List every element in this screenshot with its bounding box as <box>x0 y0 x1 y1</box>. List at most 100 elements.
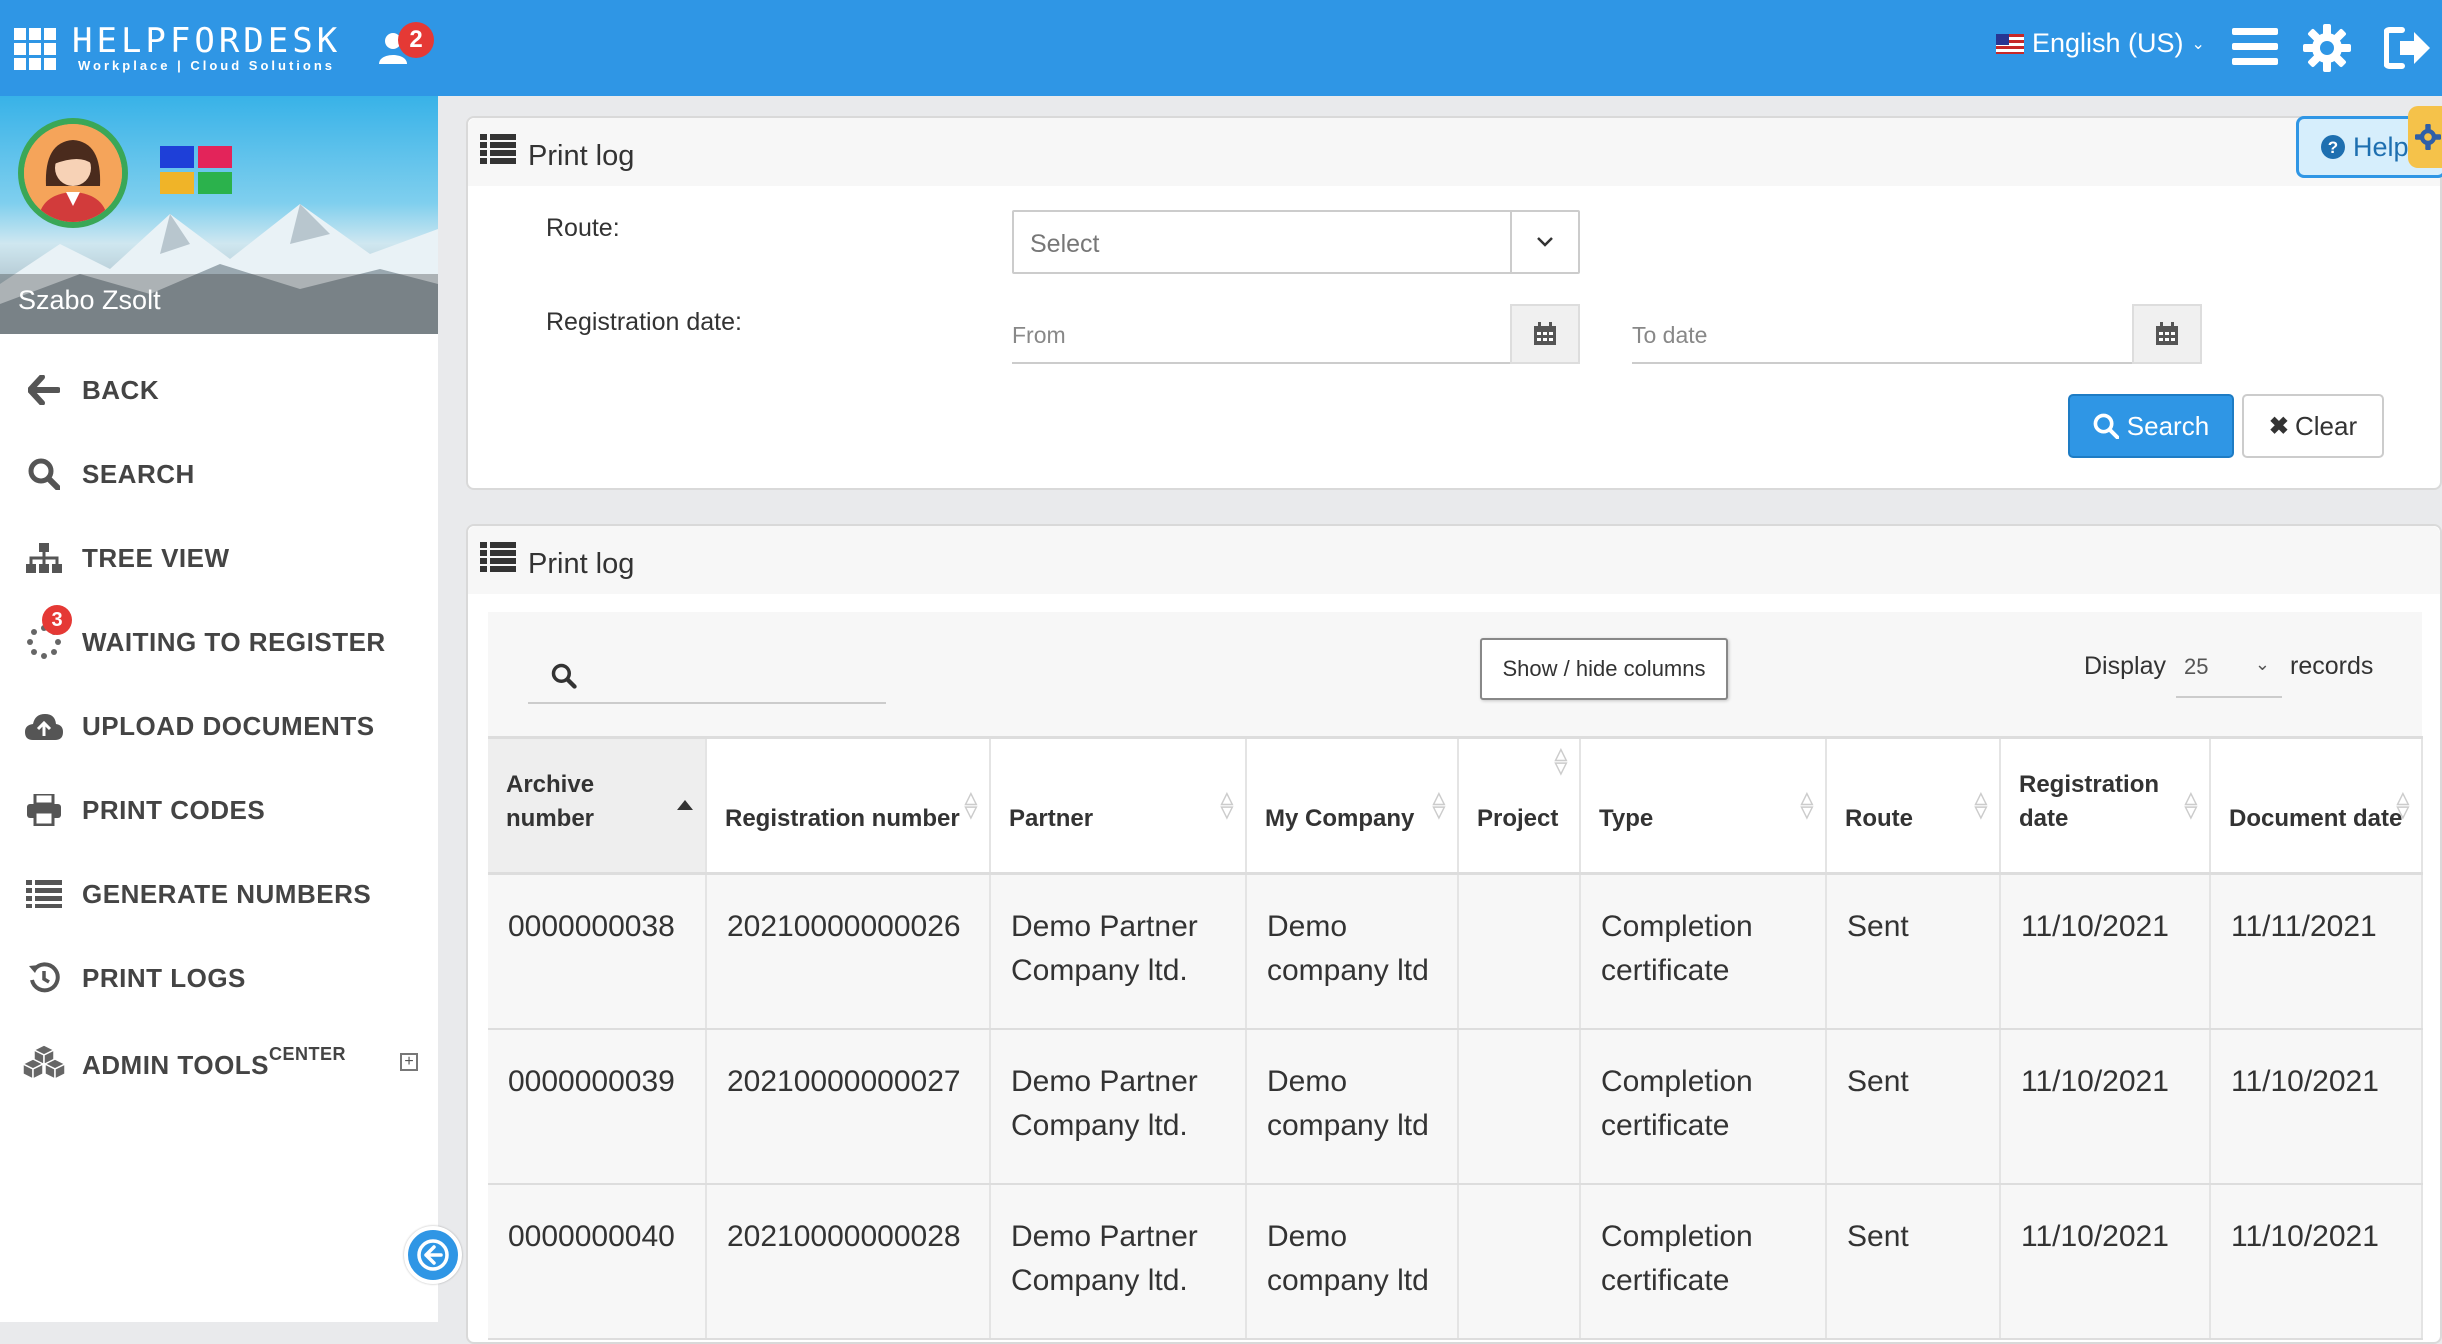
logo-subtitle: Workplace | Cloud Solutions <box>78 58 336 73</box>
sort-icon: △ ▽ <box>1974 790 1987 821</box>
sidebar-item-back[interactable]: BACK <box>0 348 438 432</box>
sidebar-item-upload-documents[interactable]: UPLOAD DOCUMENTS <box>0 684 438 768</box>
cell-my-company: Demo company ltd <box>1246 1183 1459 1340</box>
from-date-field[interactable]: From <box>1012 304 1580 364</box>
us-flag-icon <box>1996 33 2024 54</box>
route-select-value: Select <box>1030 230 1100 258</box>
list-icon <box>20 880 68 908</box>
notifications-button[interactable]: 2 <box>378 22 434 68</box>
printer-icon <box>20 794 68 826</box>
waiting-count-badge: 3 <box>42 605 72 635</box>
top-bar: HELPFORDESK Workplace | Cloud Solutions … <box>0 0 2442 96</box>
svg-text:?: ? <box>2328 138 2338 157</box>
cell-project <box>1458 1183 1581 1340</box>
search-button[interactable]: Search <box>2068 394 2234 458</box>
column-header-route[interactable]: Route △ ▽ <box>1826 736 2001 875</box>
page-size-select[interactable]: 25 ⌄ <box>2176 640 2282 698</box>
sitemap-icon <box>20 543 68 573</box>
table-search-input[interactable] <box>528 644 886 704</box>
sidebar-item-label: SEARCH <box>82 458 195 489</box>
chevron-down-icon[interactable] <box>1510 212 1578 272</box>
to-date-placeholder: To date <box>1632 322 1708 348</box>
sidebar-item-admin-tools[interactable]: ADMIN TOOLSCENTER + <box>0 1020 438 1104</box>
cell-document-date: 11/10/2021 <box>2210 1028 2423 1185</box>
sidebar-item-search[interactable]: SEARCH <box>0 432 438 516</box>
column-header-document-date[interactable]: Document date △ ▽ <box>2210 736 2423 875</box>
sidebar-item-print-codes[interactable]: PRINT CODES <box>0 768 438 852</box>
list-icon <box>480 134 516 169</box>
table-row[interactable]: 0000000038 20210000000026 Demo Partner C… <box>488 873 2423 1030</box>
expand-plus-icon[interactable]: + <box>400 1053 418 1071</box>
logo-grid-icon <box>14 28 56 70</box>
cell-archive-number: 0000000039 <box>488 1028 707 1185</box>
column-header-my-company[interactable]: My Company △ ▽ <box>1246 736 1459 875</box>
chevron-down-icon: ⌄ <box>2254 654 2270 674</box>
sidebar-item-label: BACK <box>82 374 160 405</box>
route-select[interactable]: Select <box>1012 210 1580 274</box>
column-header-partner[interactable]: Partner △ ▽ <box>990 736 1247 875</box>
column-header-archive-number[interactable]: Archive number <box>488 736 707 875</box>
cloud-upload-icon <box>20 712 68 740</box>
print-log-table: Archive number Registration number △ ▽ Par… <box>488 736 2423 1340</box>
cubes-icon <box>20 1045 68 1079</box>
from-date-placeholder: From <box>1012 322 1066 348</box>
column-header-project[interactable]: Project △ ▽ <box>1458 736 1581 875</box>
column-header-type[interactable]: Type △ ▽ <box>1580 736 1827 875</box>
sort-icon: △ ▽ <box>964 790 977 821</box>
arrow-left-icon <box>20 375 68 405</box>
panel-header: Print log <box>468 118 2440 186</box>
cell-registration-number: 20210000000026 <box>706 873 991 1030</box>
page-size-value: 25 <box>2184 654 2209 679</box>
sidebar-item-print-logs[interactable]: PRINT LOGS <box>0 936 438 1020</box>
sidebar-item-label: TREE VIEW <box>82 542 230 573</box>
search-icon <box>20 458 68 490</box>
cell-archive-number: 0000000038 <box>488 873 707 1030</box>
notification-badge: 2 <box>398 22 434 58</box>
route-label: Route: <box>546 214 620 242</box>
registration-date-label: Registration date: <box>546 308 742 336</box>
table-row[interactable]: 0000000039 20210000000027 Demo Partner C… <box>488 1028 2423 1185</box>
sidebar-item-label: UPLOAD DOCUMENTS <box>82 710 375 741</box>
collapse-sidebar-button[interactable] <box>404 1226 462 1284</box>
spinner-icon: 3 <box>20 605 72 659</box>
table-header-row: Archive number Registration number △ ▽ Par… <box>488 736 2423 875</box>
cell-registration-date: 11/10/2021 <box>2000 1183 2211 1340</box>
avatar[interactable] <box>18 118 128 228</box>
sidebar-item-label: GENERATE NUMBERS <box>82 878 372 909</box>
cell-route: Sent <box>1826 873 2001 1030</box>
sidebar-menu: BACK SEARCH TREE VIEW 3 WAITING TO REGIS… <box>0 348 438 1104</box>
hamburger-menu-icon[interactable] <box>2232 26 2278 73</box>
history-icon <box>20 962 68 994</box>
sidebar-item-label: PRINT LOGS <box>82 962 246 993</box>
to-date-field[interactable]: To date <box>1632 304 2202 364</box>
search-icon <box>551 663 577 689</box>
sidebar-item-generate-numbers[interactable]: GENERATE NUMBERS <box>0 852 438 936</box>
panel-header: Print log <box>468 526 2440 594</box>
list-icon <box>480 542 516 577</box>
search-icon <box>2093 413 2119 439</box>
apps-grid-icon[interactable] <box>160 146 232 194</box>
cell-type: Completion certificate <box>1580 873 1827 1030</box>
sidebar-item-tree-view[interactable]: TREE VIEW <box>0 516 438 600</box>
cell-document-date: 11/10/2021 <box>2210 1183 2423 1340</box>
cell-registration-number: 20210000000028 <box>706 1183 991 1340</box>
calendar-icon[interactable] <box>1510 304 1580 364</box>
table-row[interactable]: 0000000040 20210000000028 Demo Partner C… <box>488 1183 2423 1340</box>
clear-button[interactable]: ✖ Clear <box>2242 394 2384 458</box>
settings-gear-icon[interactable] <box>2303 24 2351 77</box>
column-header-registration-date[interactable]: Registration date △ ▽ <box>2000 736 2211 875</box>
logout-icon[interactable] <box>2383 26 2432 75</box>
show-hide-columns-button[interactable]: Show / hide columns <box>1480 638 1728 700</box>
column-header-registration-number[interactable]: Registration number △ ▽ <box>706 736 991 875</box>
cell-type: Completion certificate <box>1580 1183 1827 1340</box>
calendar-icon[interactable] <box>2132 304 2202 364</box>
sort-icon: △ ▽ <box>1554 746 1567 777</box>
sidebar-item-waiting-to-register[interactable]: 3 WAITING TO REGISTER <box>0 600 438 684</box>
arrow-circle-left-icon <box>417 1239 449 1271</box>
panel-settings-gear-icon[interactable] <box>2408 106 2442 168</box>
language-selector[interactable]: English (US) ⌄ <box>1996 28 2205 59</box>
app-logo[interactable]: HELPFORDESK Workplace | Cloud Solutions <box>14 24 341 74</box>
close-icon: ✖ <box>2268 412 2289 440</box>
panel-title: Print log <box>528 140 635 172</box>
records-label: records <box>2290 652 2374 680</box>
